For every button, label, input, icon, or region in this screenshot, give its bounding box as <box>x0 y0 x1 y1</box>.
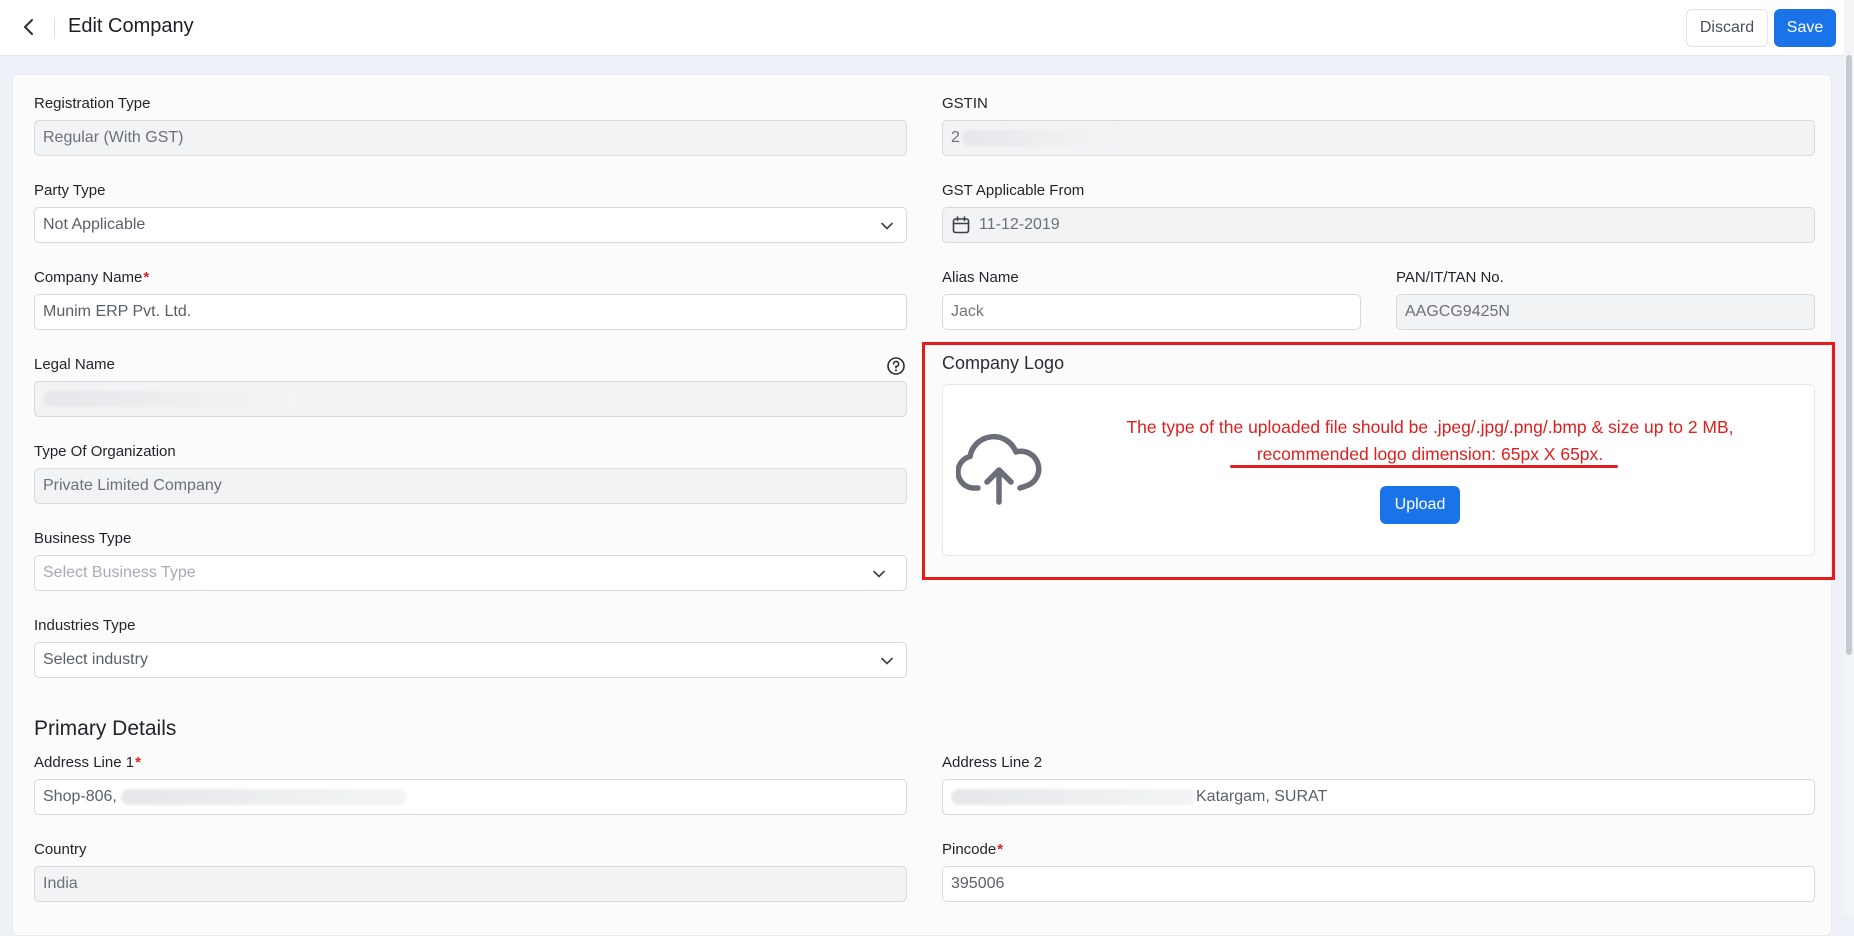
address-line-1-label-text: Address Line 1 <box>34 754 135 771</box>
upload-note-line-2: recommended logo dimension: 65px X 65px. <box>1256 444 1604 464</box>
company-name-input[interactable]: Munim ERP Pvt. Ltd. <box>34 294 907 330</box>
address-line-1-value: Shop-806, <box>43 788 117 805</box>
alias-name-input[interactable] <box>942 294 1361 330</box>
type-of-organization-value: Private Limited Company <box>43 477 222 494</box>
address-line-2-value: Katargam, SURAT <box>1196 788 1328 805</box>
company-name-value: Munim ERP Pvt. Ltd. <box>43 303 192 320</box>
alias-name-label: Alias Name <box>942 269 1019 286</box>
industries-type-label: Industries Type <box>34 617 136 634</box>
logo-upload-dropzone[interactable] <box>942 384 1815 556</box>
country-field: India <box>34 866 907 902</box>
address-line-1-input[interactable]: Shop-806, <box>34 779 907 815</box>
upload-button[interactable]: Upload <box>1380 486 1460 524</box>
chevron-down-icon <box>881 657 893 665</box>
top-bar: Edit Company Discard Save <box>0 0 1844 56</box>
pan-value: AAGCG9425N <box>1405 303 1510 320</box>
help-circle-icon[interactable] <box>886 356 906 376</box>
legal-name-field <box>34 381 907 417</box>
primary-details-title: Primary Details <box>34 717 177 740</box>
chevron-down-icon <box>881 222 893 230</box>
address-line-1-label: Address Line 1* <box>34 754 141 771</box>
pincode-label-text: Pincode <box>942 841 997 858</box>
gstin-field: 2 <box>942 120 1815 156</box>
page-title: Edit Company <box>68 15 194 37</box>
type-of-organization-field: Private Limited Company <box>34 468 907 504</box>
required-marker: * <box>997 841 1004 858</box>
business-type-label: Business Type <box>34 530 132 547</box>
upload-note-line-1: The type of the uploaded file should be … <box>1126 417 1734 437</box>
gst-applicable-from-field: 11-12-2019 <box>942 207 1815 243</box>
redacted-address-1 <box>120 789 406 805</box>
back-arrow-icon[interactable] <box>16 14 42 40</box>
gstin-label: GSTIN <box>942 95 988 112</box>
annotation-underline <box>1230 465 1618 468</box>
pincode-input[interactable]: 395006 <box>942 866 1815 902</box>
country-value: India <box>43 875 78 892</box>
registration-type-field: Regular (With GST) <box>34 120 907 156</box>
type-of-organization-label: Type Of Organization <box>34 443 176 460</box>
save-button[interactable]: Save <box>1774 9 1836 47</box>
industries-type-select[interactable]: Select industry <box>34 642 907 678</box>
pan-field: AAGCG9425N <box>1396 294 1815 330</box>
registration-type-value: Regular (With GST) <box>43 129 184 146</box>
party-type-label: Party Type <box>34 182 106 199</box>
pincode-label: Pincode* <box>942 841 1003 858</box>
chevron-down-icon <box>873 570 885 578</box>
required-marker: * <box>143 269 150 286</box>
pan-label: PAN/IT/TAN No. <box>1396 269 1504 286</box>
registration-type-label: Registration Type <box>34 95 151 112</box>
address-line-2-label: Address Line 2 <box>942 754 1043 771</box>
legal-name-label: Legal Name <box>34 356 115 373</box>
company-name-label-text: Company Name <box>34 269 143 286</box>
title-divider <box>54 17 55 39</box>
company-logo-title: Company Logo <box>942 353 1065 373</box>
upload-requirements-note: The type of the uploaded file should be … <box>1060 414 1800 468</box>
party-type-select[interactable]: Not Applicable <box>34 207 907 243</box>
calendar-icon <box>952 216 970 234</box>
required-marker: * <box>135 754 141 771</box>
redacted-legal-name <box>43 391 298 407</box>
pincode-value: 395006 <box>951 875 1005 892</box>
address-line-2-input[interactable]: Katargam, SURAT <box>942 779 1815 815</box>
discard-button[interactable]: Discard <box>1686 9 1768 47</box>
scrollbar-thumb[interactable] <box>1846 55 1852 655</box>
party-type-value: Not Applicable <box>43 216 146 233</box>
redacted-address-2 <box>951 789 1196 805</box>
gstin-value: 2 <box>951 129 960 146</box>
cloud-upload-icon[interactable] <box>956 432 1042 506</box>
business-type-select[interactable]: Select Business Type <box>34 555 907 591</box>
gst-applicable-from-label: GST Applicable From <box>942 182 1085 199</box>
industries-type-value: Select industry <box>43 651 148 668</box>
business-type-placeholder: Select Business Type <box>43 564 196 581</box>
redacted-gstin <box>961 130 1122 146</box>
gst-applicable-from-value: 11-12-2019 <box>979 216 1060 233</box>
country-label: Country <box>34 841 87 858</box>
company-name-label: Company Name* <box>34 269 149 286</box>
